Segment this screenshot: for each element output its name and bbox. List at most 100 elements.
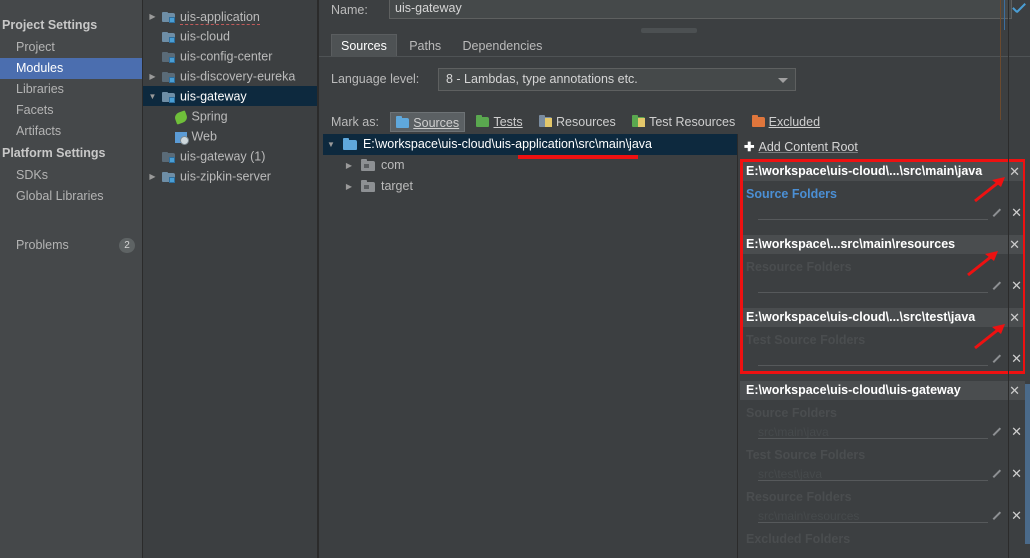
resources-folder-icon [539, 114, 553, 128]
chevron-down-icon[interactable] [778, 78, 788, 83]
tree-item-web[interactable]: Web [143, 126, 318, 146]
module-folder-icon [161, 90, 176, 104]
content-tree-row-src-main-java[interactable]: ▼ E:\workspace\uis-cloud\uis-application… [323, 134, 738, 155]
mark-as-excluded-button[interactable]: Excluded [747, 112, 825, 132]
mark-as-label: Mark as: [331, 115, 379, 129]
tree-item-label: uis-zipkin-server [179, 169, 271, 184]
tree-item-spring[interactable]: Spring [143, 106, 318, 126]
chevron-right-icon[interactable]: ▶ [341, 155, 357, 176]
content-root-path: E:\workspace\uis-cloud\uis-gateway [746, 383, 961, 397]
section-title-resource-folders-2: Resource Folders [746, 490, 852, 504]
name-label: Name: [331, 3, 368, 17]
folder-underline [758, 480, 988, 481]
tree-item-uis-cloud[interactable]: uis-cloud [143, 26, 318, 46]
mark-as-tests-label: Tests [493, 115, 523, 129]
chevron-right-icon[interactable]: ▶ [147, 67, 158, 87]
close-icon[interactable]: ✕ [1011, 424, 1022, 439]
tree-item-label: uis-discovery-eureka [179, 69, 296, 84]
chevron-right-icon[interactable]: ▶ [147, 167, 158, 187]
mark-as-tests-button[interactable]: Tests [471, 112, 527, 132]
section-title-excluded-folders: Excluded Folders [746, 532, 851, 546]
tree-item-uis-config-center[interactable]: uis-config-center [143, 46, 318, 66]
content-root-block-1: E:\workspace\uis-cloud\...\src\main\java… [740, 162, 1026, 223]
content-tree-row-target[interactable]: ▶ target [323, 176, 738, 197]
pencil-icon[interactable] [993, 207, 1004, 218]
sidebar-item-modules[interactable]: Modules [0, 58, 143, 79]
content-root-header-4[interactable]: E:\workspace\uis-cloud\uis-gateway ✕ [740, 381, 1026, 400]
web-facet-icon [173, 130, 189, 145]
tab-sources[interactable]: Sources [331, 34, 397, 56]
close-icon[interactable]: ✕ [1009, 235, 1020, 254]
close-icon[interactable]: ✕ [1011, 351, 1022, 366]
close-icon[interactable]: ✕ [1011, 466, 1022, 481]
content-root-header-2[interactable]: E:\workspace\...src\main\resources ✕ [740, 235, 1026, 254]
content-root-header-1[interactable]: E:\workspace\uis-cloud\...\src\main\java… [740, 162, 1026, 181]
content-root-header-3[interactable]: E:\workspace\uis-cloud\...\src\test\java… [740, 308, 1026, 327]
source-folder-icon [342, 137, 359, 152]
content-root-tree[interactable]: ▼ E:\workspace\uis-cloud\uis-application… [323, 134, 738, 197]
sidebar-item-libraries[interactable]: Libraries [0, 79, 143, 100]
content-tree-label: target [380, 179, 413, 193]
pencil-icon[interactable] [993, 468, 1004, 479]
plain-folder-icon [360, 179, 377, 194]
chevron-right-icon[interactable]: ▶ [147, 7, 158, 27]
add-content-root-button[interactable]: ✚ Add Content Root [744, 139, 858, 157]
folder-entry: src\main\java ✕ [740, 423, 1026, 442]
chevron-right-icon[interactable]: ▶ [341, 176, 357, 197]
close-icon[interactable]: ✕ [1009, 381, 1020, 400]
module-list-tree[interactable]: ▶ uis-application uis-cloud uis-config-c… [143, 0, 318, 558]
sidebar-item-problems[interactable]: Problems 2 [0, 235, 143, 256]
pencil-icon[interactable] [993, 353, 1004, 364]
folder-path: src\test\java [758, 467, 823, 481]
sidebar-group-project-settings: Project Settings [2, 18, 98, 32]
settings-sidebar: Project Settings Project Modules Librari… [0, 0, 143, 558]
chevron-down-icon[interactable]: ▼ [323, 134, 339, 155]
close-icon[interactable]: ✕ [1009, 308, 1020, 327]
section-title-source-folders: Source Folders [746, 187, 837, 201]
close-icon[interactable]: ✕ [1011, 278, 1022, 293]
pencil-icon[interactable] [993, 426, 1004, 437]
mark-as-excluded-label: Excluded [768, 115, 821, 129]
mark-as-test-resources-button[interactable]: Test Resources [627, 112, 740, 132]
module-folder-icon [161, 30, 176, 44]
tree-item-uis-gateway[interactable]: ▼ uis-gateway [143, 86, 318, 106]
module-folder-icon [161, 170, 176, 184]
splitter-handle[interactable] [641, 28, 697, 33]
tree-item-label: uis-gateway (1) [179, 149, 266, 164]
tab-dependencies[interactable]: Dependencies [454, 35, 552, 57]
language-level-label: Language level: [331, 72, 420, 86]
mark-as-resources-button[interactable]: Resources [534, 112, 621, 132]
folder-underline [758, 365, 988, 366]
pencil-icon[interactable] [993, 510, 1004, 521]
tab-paths[interactable]: Paths [400, 35, 450, 57]
pencil-icon[interactable] [993, 280, 1004, 291]
checkmark-icon[interactable] [1010, 2, 1028, 18]
close-icon[interactable]: ✕ [1011, 508, 1022, 523]
folder-entry: ✕ [740, 277, 1026, 296]
sidebar-item-project[interactable]: Project [0, 37, 143, 58]
scrollbar-thumb[interactable] [1025, 384, 1030, 544]
language-level-select[interactable]: 8 - Lambdas, type annotations etc. [438, 68, 796, 91]
sidebar-item-sdks[interactable]: SDKs [0, 165, 143, 186]
close-icon[interactable]: ✕ [1009, 162, 1020, 181]
folder-entry: ✕ [740, 204, 1026, 223]
sidebar-item-facets[interactable]: Facets [0, 100, 143, 121]
window-edge-blue [1004, 0, 1005, 30]
content-root-block-3: E:\workspace\uis-cloud\...\src\test\java… [740, 308, 1026, 369]
mark-as-sources-button[interactable]: Sources [390, 112, 466, 132]
sidebar-item-artifacts[interactable]: Artifacts [0, 121, 143, 142]
sidebar-item-global-libraries[interactable]: Global Libraries [0, 186, 143, 207]
tree-item-uis-gateway-1[interactable]: uis-gateway (1) [143, 146, 318, 166]
tree-item-label: uis-cloud [179, 29, 230, 44]
content-tree-label: E:\workspace\uis-cloud\uis-application\s… [362, 137, 652, 151]
content-root-block-2: E:\workspace\...src\main\resources ✕ Res… [740, 235, 1026, 296]
tabs-underline [319, 56, 1030, 57]
chevron-down-icon[interactable]: ▼ [147, 87, 158, 107]
tree-item-uis-discovery-eureka[interactable]: ▶ uis-discovery-eureka [143, 66, 318, 86]
tree-item-label: uis-config-center [179, 49, 273, 64]
tree-item-uis-zipkin-server[interactable]: ▶ uis-zipkin-server [143, 166, 318, 186]
tree-item-uis-application[interactable]: ▶ uis-application [143, 6, 318, 26]
module-name-input[interactable] [389, 0, 1012, 19]
right-panel-scrollbar[interactable] [1025, 134, 1030, 558]
close-icon[interactable]: ✕ [1011, 205, 1022, 220]
